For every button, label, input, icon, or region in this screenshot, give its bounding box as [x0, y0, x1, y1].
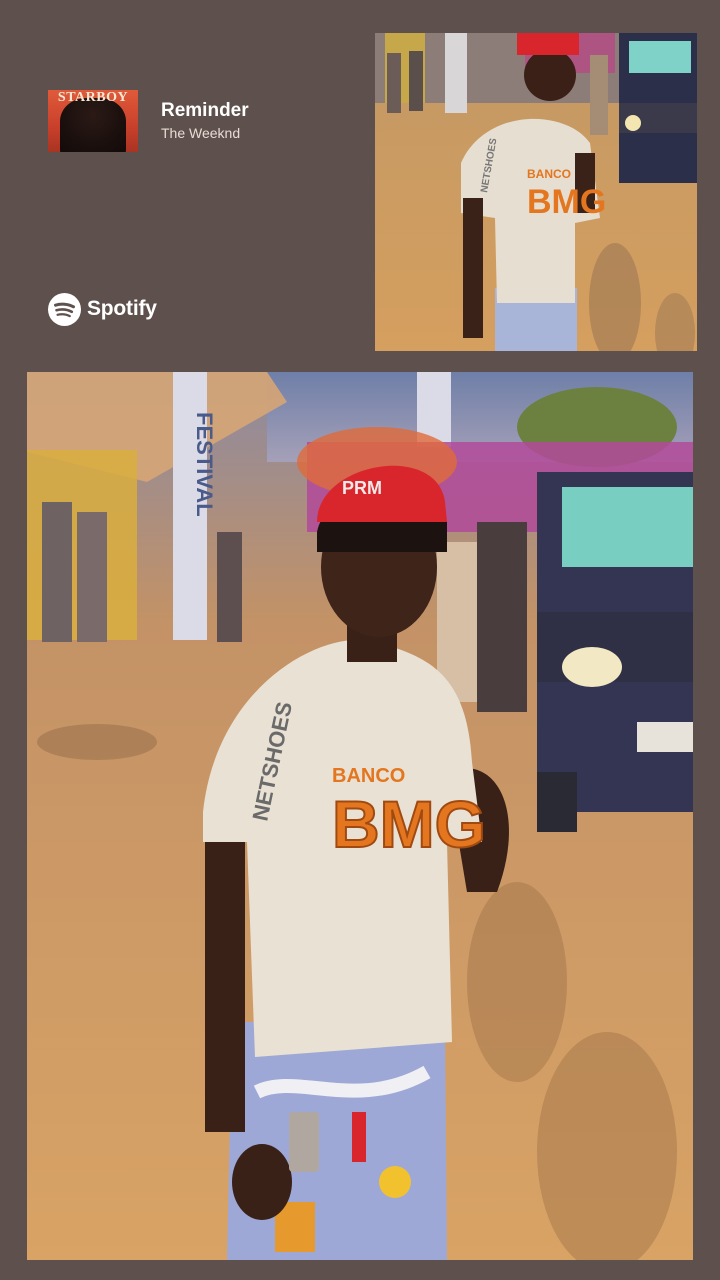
spotify-logo-link[interactable]: Spotify	[48, 292, 157, 326]
track-info: Reminder The Weeknd	[161, 100, 249, 142]
cap-text: PRM	[342, 478, 382, 498]
photo-thumbnail-image: BMG BANCO NETSHOES	[375, 33, 697, 351]
spotify-wordmark: Spotify	[87, 297, 157, 320]
album-cover-figure	[60, 98, 126, 152]
thumb-jersey-text: BANCO	[527, 167, 571, 181]
photo-thumbnail[interactable]: BMG BANCO NETSHOES	[375, 33, 697, 351]
album-cover-title: STARBOY	[57, 90, 129, 105]
artist-name: The Weeknd	[161, 125, 241, 141]
track-title: Reminder	[161, 100, 249, 121]
photo-main[interactable]: FESTIVAL BANCO BMG NETSHOES PRM	[27, 372, 693, 1260]
album-cover: STARBOY	[48, 90, 138, 152]
spotify-icon	[48, 292, 81, 326]
thumb-jersey-logo: BMG	[527, 183, 606, 221]
now-playing-card[interactable]: STARBOY Reminder The Weeknd	[48, 86, 348, 156]
jersey-text: BANCO	[332, 765, 405, 787]
story-canvas: STARBOY Reminder The Weeknd Spotify BMG …	[0, 0, 720, 1280]
festival-sign-text: FESTIVAL	[192, 412, 217, 517]
photo-main-image: FESTIVAL BANCO BMG NETSHOES PRM	[27, 372, 693, 1260]
jersey-logo: BMG	[332, 787, 486, 861]
